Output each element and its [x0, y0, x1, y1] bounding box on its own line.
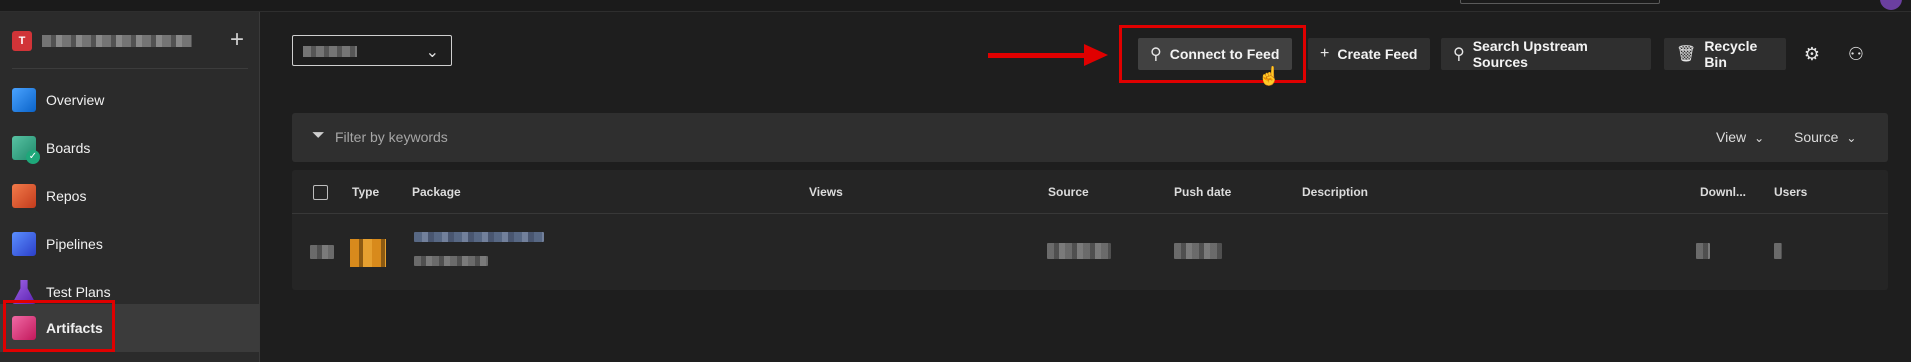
- package-type-icon: [350, 239, 386, 267]
- create-feed-label: Create Feed: [1337, 46, 1418, 62]
- column-header[interactable]: Package: [412, 185, 461, 199]
- sidebar-item-label: Test Plans: [46, 284, 111, 300]
- sidebar-item-label: Overview: [46, 92, 105, 108]
- recycle-bin-button[interactable]: 🗑 Recycle Bin: [1664, 38, 1786, 70]
- sidebar-item-overview[interactable]: Overview: [0, 76, 259, 124]
- view-dropdown[interactable]: View ⌄: [1716, 129, 1764, 145]
- column-header[interactable]: Views: [809, 185, 843, 199]
- annotation-arrow-head: [1084, 44, 1108, 66]
- trash-icon: 🗑: [1676, 46, 1697, 63]
- column-header[interactable]: Push date: [1174, 185, 1231, 199]
- annotation-arrow-line: [988, 53, 1088, 58]
- create-feed-button[interactable]: + Create Feed: [1308, 38, 1430, 70]
- boards-icon: [12, 136, 40, 164]
- filter-input[interactable]: Filter by keywords: [335, 129, 448, 145]
- search-upstream-label: Search Upstream Sources: [1472, 38, 1588, 70]
- column-header[interactable]: Description: [1302, 185, 1368, 199]
- filter-icon: ⏷: [312, 127, 325, 144]
- permissions-icon[interactable]: ⚇: [1844, 42, 1868, 66]
- packages-table: Type Package Views Source Push date Desc…: [292, 170, 1888, 290]
- project-header[interactable]: T +: [12, 24, 248, 58]
- pipelines-icon: [12, 232, 36, 256]
- select-all-checkbox[interactable]: [313, 185, 328, 200]
- source-dropdown-label: Source: [1794, 129, 1839, 145]
- column-header[interactable]: Users: [1774, 185, 1807, 199]
- column-header[interactable]: Type: [352, 185, 379, 199]
- project-name-redacted: [42, 35, 192, 47]
- settings-gear-icon[interactable]: ⚙: [1800, 42, 1824, 66]
- sidebar-item-pipelines[interactable]: Pipelines: [0, 220, 259, 268]
- search-box[interactable]: [1460, 0, 1660, 4]
- package-name-link-redacted[interactable]: [414, 232, 544, 242]
- highlight-box-artifacts: [3, 300, 115, 352]
- sidebar-item-repos[interactable]: Repos: [0, 172, 259, 220]
- sidebar-divider: [12, 68, 248, 69]
- column-header[interactable]: Source: [1048, 185, 1089, 199]
- plus-icon: +: [1320, 45, 1330, 62]
- package-version-redacted: [414, 256, 488, 266]
- hand-cursor-icon: ☝: [1258, 66, 1281, 86]
- search-icon: ⚲: [1453, 46, 1465, 63]
- add-icon[interactable]: +: [230, 28, 244, 52]
- repos-icon: [12, 184, 36, 208]
- filter-bar: ⏷ Filter by keywords View ⌄ Source ⌄: [292, 113, 1888, 162]
- top-bar: [0, 0, 1911, 12]
- feed-selector[interactable]: ⌄: [292, 35, 452, 66]
- project-badge: T: [12, 31, 32, 51]
- chevron-down-icon: ⌄: [1754, 131, 1765, 145]
- chevron-down-icon: ⌄: [1846, 131, 1857, 145]
- source-dropdown[interactable]: Source ⌄: [1794, 129, 1856, 145]
- sidebar-item-label: Repos: [46, 188, 87, 204]
- table-row[interactable]: [292, 215, 1888, 290]
- row-checkbox-redacted[interactable]: [310, 245, 334, 259]
- source-redacted: [1047, 243, 1111, 259]
- downloads-redacted: [1696, 243, 1710, 259]
- table-header: Type Package Views Source Push date Desc…: [292, 170, 1888, 214]
- search-upstream-button[interactable]: ⚲ Search Upstream Sources: [1441, 38, 1651, 70]
- feed-name-redacted: [303, 46, 357, 57]
- push-date-redacted: [1174, 243, 1222, 259]
- users-redacted: [1774, 243, 1782, 259]
- user-avatar[interactable]: [1880, 0, 1902, 10]
- sidebar-item-label: Pipelines: [46, 236, 103, 252]
- recycle-bin-label: Recycle Bin: [1704, 38, 1758, 70]
- chevron-down-icon: ⌄: [425, 44, 439, 61]
- view-dropdown-label: View: [1716, 129, 1747, 145]
- sidebar-item-boards[interactable]: Boards: [0, 124, 259, 172]
- overview-icon: [12, 88, 36, 112]
- sidebar-item-label: Boards: [46, 140, 91, 156]
- column-header[interactable]: Downl...: [1700, 185, 1746, 199]
